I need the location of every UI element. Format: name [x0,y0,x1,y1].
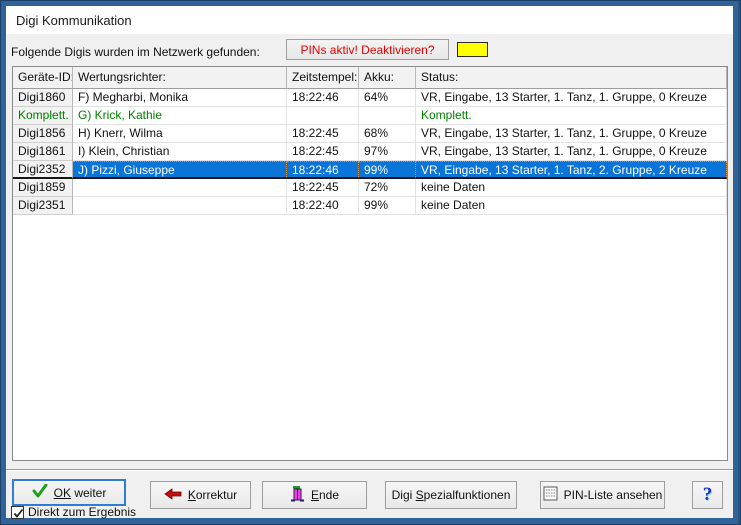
info-text: Folgende Digis wurden im Netzwerk gefund… [11,45,260,59]
cell-timestamp: 18:22:45 [287,143,359,161]
korrektur-button[interactable]: Korrektur [150,481,251,509]
table-row[interactable]: Digi1859 18:22:45 72% keine Daten [13,179,727,197]
title-bar[interactable]: Digi Kommunikation [6,6,733,34]
cell-device-id: Digi1861 [13,143,73,161]
table-header-row: Geräte-ID: Wertungsrichter: Zeitstempel:… [13,67,727,89]
cell-battery: 99% [359,197,416,215]
cell-judge: J) Pizzi, Giuseppe [73,161,287,179]
cell-battery: 99% [359,161,416,179]
check-icon [32,484,48,501]
cell-battery: 68% [359,125,416,143]
direct-result-checkbox[interactable]: Direkt zum Ergebnis [11,505,136,519]
cell-timestamp [287,107,359,125]
cell-device-id: Komplett. [13,107,73,125]
col-header-status: Status: [416,67,727,89]
pins-deactivate-button[interactable]: PINs aktiv! Deaktivieren? [286,39,449,60]
col-header-device-id: Geräte-ID: [13,67,73,89]
yellow-status-indicator [457,42,488,57]
list-document-icon [543,486,558,504]
table-row[interactable]: Digi1861 I) Klein, Christian 18:22:45 97… [13,143,727,161]
table-row[interactable]: Digi1856 H) Knerr, Wilma 18:22:45 68% VR… [13,125,727,143]
arrow-left-icon [164,488,182,503]
col-header-timestamp: Zeitstempel: [287,67,359,89]
table-row[interactable]: Komplett. G) Krick, Kathie Komplett. [13,107,727,125]
cell-timestamp: 18:22:46 [287,161,359,179]
table-row[interactable]: Digi1860 F) Megharbi, Monika 18:22:46 64… [13,89,727,107]
cell-device-id: Digi2351 [13,197,73,215]
col-header-judge: Wertungsrichter: [73,67,287,89]
digi-spezialfunktionen-button[interactable]: Digi Spezialfunktionen [385,481,517,509]
cell-battery: 72% [359,179,416,197]
spezial-button-label: Digi Spezialfunktionen [392,488,511,502]
table-row[interactable]: Digi2351 18:22:40 99% keine Daten [13,197,727,215]
cell-status: VR, Eingabe, 13 Starter, 1. Tanz, 1. Gru… [416,125,727,143]
cell-battery [359,107,416,125]
cell-battery: 97% [359,143,416,161]
dialog: Digi Kommunikation Folgende Digis wurden… [6,6,733,518]
ende-button-label: Ende [311,488,339,502]
ok-weiter-button[interactable]: OK weiter [12,479,126,506]
cell-judge: H) Knerr, Wilma [73,125,287,143]
cell-device-id: Digi1860 [13,89,73,107]
checkbox-label: Direkt zum Ergebnis [28,505,136,519]
footer-divider [6,469,733,471]
cell-device-id: Digi1859 [13,179,73,197]
cell-timestamp: 18:22:46 [287,89,359,107]
cell-timestamp: 18:22:45 [287,179,359,197]
ende-button[interactable]: Ende [262,481,367,509]
cell-judge: F) Megharbi, Monika [73,89,287,107]
cell-device-id: Digi1856 [13,125,73,143]
korrektur-button-label: Korrektur [188,488,237,502]
cell-judge: I) Klein, Christian [73,143,287,161]
cell-status: VR, Eingabe, 13 Starter, 1. Tanz, 1. Gru… [416,143,727,161]
cell-judge: G) Krick, Kathie [73,107,287,125]
dialog-body: Folgende Digis wurden im Netzwerk gefund… [6,34,733,518]
cell-status: VR, Eingabe, 13 Starter, 1. Tanz, 2. Gru… [416,161,727,179]
window-frame: Digi Kommunikation Folgende Digis wurden… [0,0,741,525]
cell-status: Komplett. [416,107,727,125]
cell-timestamp: 18:22:45 [287,125,359,143]
cell-device-id: Digi2352 [13,161,73,179]
pinliste-button-label: PIN-Liste ansehen [564,488,663,502]
device-table: Geräte-ID: Wertungsrichter: Zeitstempel:… [12,66,728,461]
cell-timestamp: 18:22:40 [287,197,359,215]
cell-status: keine Daten [416,179,727,197]
cell-battery: 64% [359,89,416,107]
cell-judge [73,197,287,215]
cell-status: VR, Eingabe, 13 Starter, 1. Tanz, 1. Gru… [416,89,727,107]
cell-status: keine Daten [416,197,727,215]
col-header-battery: Akku: [359,67,416,89]
exit-door-icon [290,486,305,505]
question-mark-icon: ? [703,484,713,506]
help-button[interactable]: ? [692,481,723,509]
checkbox-checked-icon [11,506,24,519]
ok-button-label: OK weiter [54,486,107,500]
cell-judge [73,179,287,197]
pin-liste-button[interactable]: PIN-Liste ansehen [540,481,665,509]
pins-button-label: PINs aktiv! Deaktivieren? [300,43,434,57]
window-title: Digi Kommunikation [16,13,132,28]
table-row-selected[interactable]: Digi2352 J) Pizzi, Giuseppe 18:22:46 99%… [13,161,727,179]
